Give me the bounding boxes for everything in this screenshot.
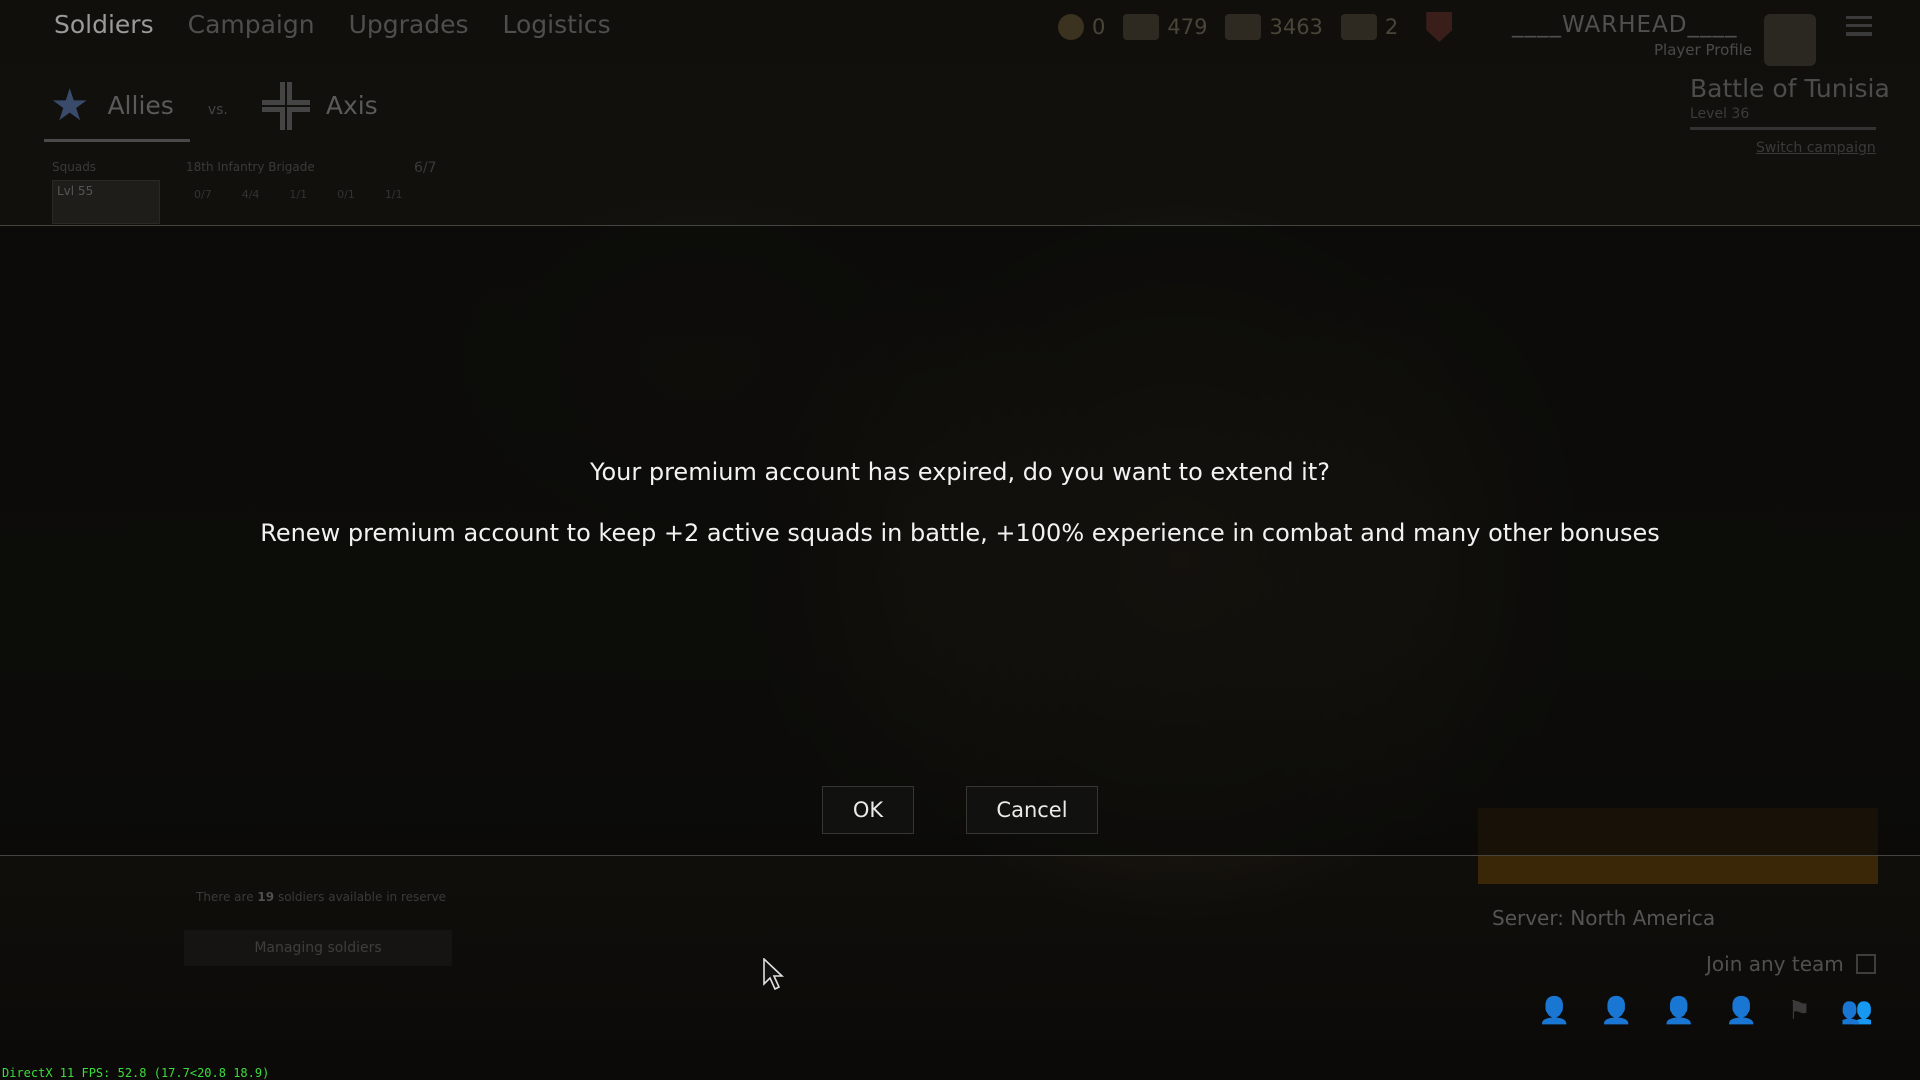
player-profile-label[interactable]: Player Profile bbox=[1654, 41, 1752, 59]
main-nav: Soldiers Campaign Upgrades Logistics bbox=[54, 10, 611, 39]
add-friend-icon[interactable]: 👤 bbox=[1663, 996, 1695, 1026]
campaign-name: Battle of Tunisia bbox=[1690, 74, 1890, 103]
add-friend-icon[interactable]: 👤 bbox=[1538, 996, 1570, 1026]
tab-logistics[interactable]: Logistics bbox=[503, 10, 611, 39]
slot-count: 4/4 bbox=[241, 188, 260, 201]
reserve-info: There are 19 soldiers available in reser… bbox=[196, 890, 446, 904]
currency-tickets-value: 2 bbox=[1384, 15, 1399, 39]
ok-button[interactable]: OK bbox=[822, 786, 914, 834]
switch-campaign-link[interactable]: Switch campaign bbox=[1756, 140, 1876, 156]
add-friend-icon[interactable]: 👤 bbox=[1600, 996, 1632, 1026]
squad-slots: 0/7 4/4 1/1 0/1 1/1 bbox=[194, 188, 403, 201]
join-any-team-toggle[interactable]: Join any team bbox=[1706, 952, 1876, 976]
faction-allies[interactable]: Allies bbox=[107, 91, 173, 120]
add-friend-icon[interactable]: 👤 bbox=[1725, 996, 1757, 1026]
active-faction-indicator bbox=[44, 139, 190, 142]
player-name[interactable]: ____WARHEAD____ bbox=[1512, 12, 1737, 38]
star-icon: ★ bbox=[50, 80, 90, 131]
slot-count: 1/1 bbox=[289, 188, 308, 201]
reserve-count: 19 bbox=[257, 890, 275, 904]
cancel-button[interactable]: Cancel bbox=[966, 786, 1098, 834]
squad-card[interactable]: Lvl 55 bbox=[52, 180, 160, 224]
slot-count: 0/1 bbox=[337, 188, 355, 201]
currency-silver-orders[interactable]: 479 bbox=[1123, 14, 1207, 40]
versus-label: vs. bbox=[207, 101, 228, 118]
tab-soldiers[interactable]: Soldiers bbox=[54, 10, 154, 39]
gold-order-icon bbox=[1225, 14, 1262, 40]
squad-level: Lvl 55 bbox=[57, 184, 94, 198]
group-icon[interactable]: 👥 bbox=[1841, 996, 1873, 1026]
silver-order-icon bbox=[1123, 14, 1160, 40]
currency-tickets[interactable]: 2 bbox=[1340, 14, 1399, 40]
avatar[interactable] bbox=[1764, 14, 1816, 66]
menu-icon[interactable] bbox=[1846, 16, 1872, 36]
reserve-prefix: There are bbox=[196, 890, 254, 904]
dialog-message: Renew premium account to keep +2 active … bbox=[260, 519, 1660, 547]
manage-soldiers-button[interactable]: Managing soldiers bbox=[184, 930, 452, 966]
faction-selector: ★ Allies vs. Axis bbox=[50, 80, 378, 131]
party-bar: 👤 👤 👤 👤 ⚑ 👥 bbox=[1538, 996, 1873, 1026]
cross-icon bbox=[261, 81, 310, 130]
slot-count: 1/1 bbox=[384, 188, 403, 201]
server-label[interactable]: Server: North America bbox=[1492, 906, 1715, 930]
currency-bar: 0 479 3463 2 bbox=[1058, 12, 1453, 42]
reserve-suffix: soldiers available in reserve bbox=[277, 890, 447, 904]
gold-coin-icon bbox=[1058, 14, 1084, 40]
tab-campaign[interactable]: Campaign bbox=[188, 10, 315, 39]
brigade-label: 18th Infantry Brigade bbox=[186, 160, 315, 174]
ticket-icon bbox=[1340, 14, 1377, 40]
campaign-level: Level 36 bbox=[1690, 106, 1750, 122]
currency-silver-orders-value: 479 bbox=[1167, 15, 1208, 39]
squads-label: Squads bbox=[52, 160, 97, 174]
campaign-progress-bar bbox=[1690, 127, 1876, 130]
squad-count: 6/7 bbox=[414, 160, 437, 176]
join-any-team-label: Join any team bbox=[1706, 952, 1844, 976]
flag-icon[interactable]: ⚑ bbox=[1788, 996, 1811, 1026]
currency-gold-value: 0 bbox=[1092, 15, 1106, 39]
rank-shield-icon[interactable] bbox=[1426, 12, 1453, 42]
currency-gold-orders-value: 3463 bbox=[1269, 15, 1323, 39]
currency-gold[interactable]: 0 bbox=[1058, 14, 1105, 40]
mouse-cursor-icon bbox=[763, 958, 785, 991]
fps-counter: DirectX 11 FPS: 52.8 (17.7<20.8 18.9) bbox=[2, 1066, 270, 1080]
slot-count: 0/7 bbox=[194, 188, 212, 201]
tab-upgrades[interactable]: Upgrades bbox=[349, 10, 469, 39]
dialog-title: Your premium account has expired, do you… bbox=[589, 458, 1330, 486]
join-any-team-checkbox[interactable] bbox=[1855, 954, 1876, 974]
currency-gold-orders[interactable]: 3463 bbox=[1225, 14, 1323, 40]
faction-axis[interactable]: Axis bbox=[326, 91, 378, 120]
